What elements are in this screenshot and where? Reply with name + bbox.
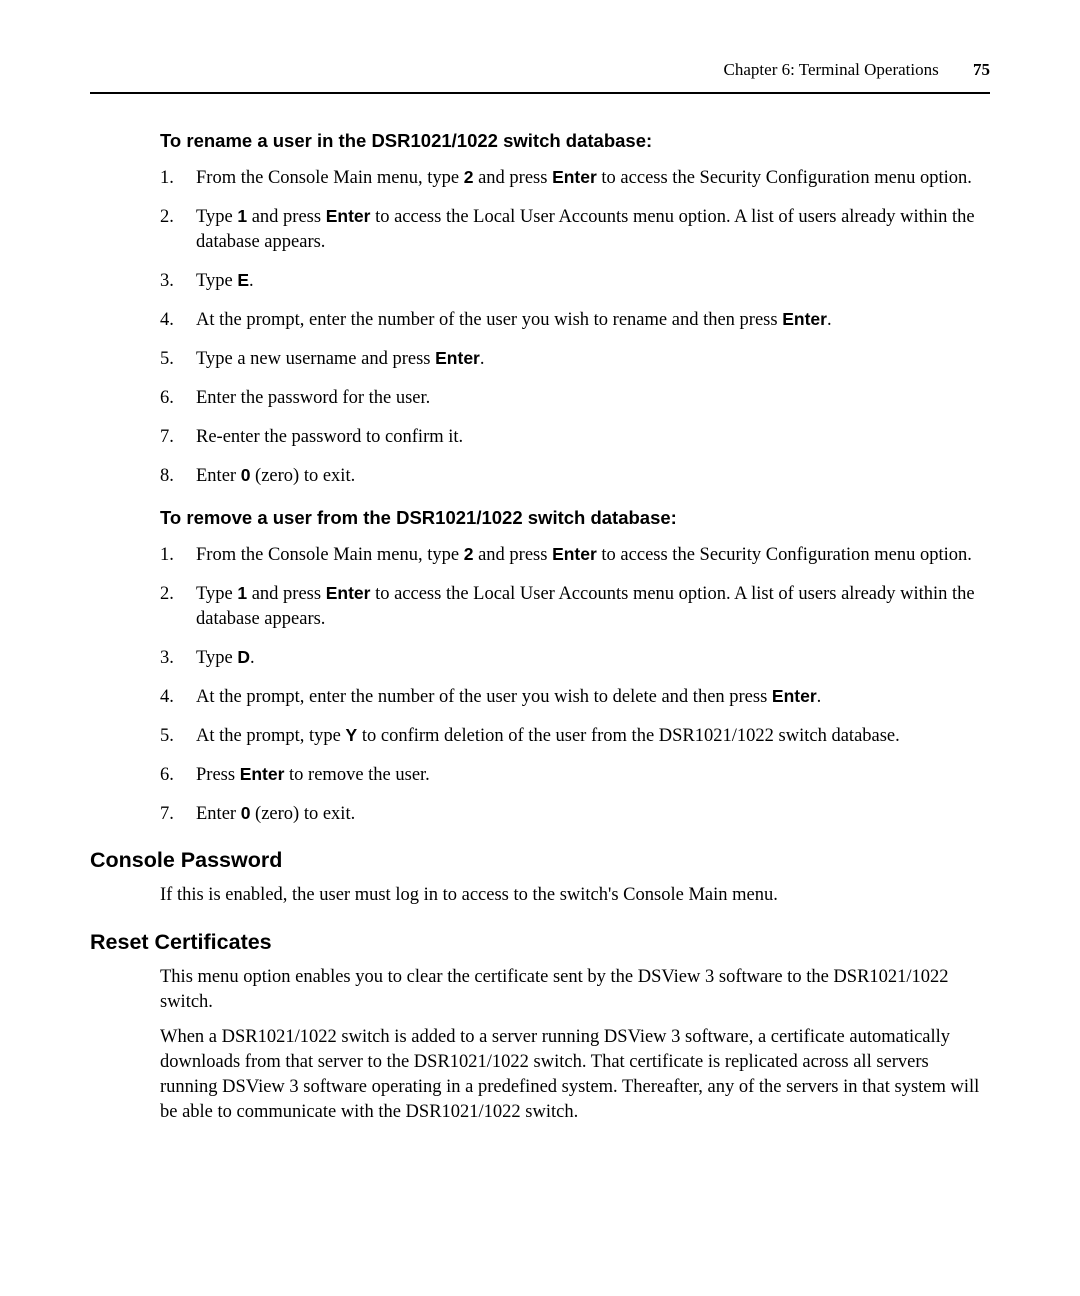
console-password-para: If this is enabled, the user must log in… bbox=[160, 883, 990, 908]
list-item: At the prompt, enter the number of the u… bbox=[160, 308, 990, 333]
remove-user-title: To remove a user from the DSR1021/1022 s… bbox=[160, 507, 990, 529]
rename-user-steps: From the Console Main menu, type 2 and p… bbox=[160, 166, 990, 489]
key-enter: Enter bbox=[552, 544, 597, 564]
page: Chapter 6: Terminal Operations 75 To ren… bbox=[0, 0, 1080, 1195]
reset-certificates-para2: When a DSR1021/1022 switch is added to a… bbox=[160, 1025, 990, 1125]
list-item: Type E. bbox=[160, 269, 990, 294]
remove-user-steps: From the Console Main menu, type 2 and p… bbox=[160, 543, 990, 827]
key-enter: Enter bbox=[552, 167, 597, 187]
list-item: From the Console Main menu, type 2 and p… bbox=[160, 166, 990, 191]
page-number: 75 bbox=[973, 60, 990, 79]
list-item: From the Console Main menu, type 2 and p… bbox=[160, 543, 990, 568]
list-item: Type D. bbox=[160, 646, 990, 671]
key-0: 0 bbox=[241, 803, 251, 823]
chapter-label: Chapter 6: Terminal Operations bbox=[724, 60, 939, 79]
key-1: 1 bbox=[237, 583, 247, 603]
rename-user-title: To rename a user in the DSR1021/1022 swi… bbox=[160, 130, 990, 152]
list-item: Type a new username and press Enter. bbox=[160, 347, 990, 372]
reset-certificates-heading: Reset Certificates bbox=[90, 930, 990, 955]
page-content: To rename a user in the DSR1021/1022 swi… bbox=[90, 130, 990, 1125]
list-item: Press Enter to remove the user. bbox=[160, 763, 990, 788]
list-item: Type 1 and press Enter to access the Loc… bbox=[160, 205, 990, 255]
list-item: Enter the password for the user. bbox=[160, 386, 990, 411]
list-item: Enter 0 (zero) to exit. bbox=[160, 464, 990, 489]
key-enter: Enter bbox=[326, 583, 371, 603]
key-1: 1 bbox=[237, 206, 247, 226]
key-enter: Enter bbox=[772, 686, 817, 706]
key-enter: Enter bbox=[782, 309, 827, 329]
key-2: 2 bbox=[464, 167, 474, 187]
key-0: 0 bbox=[241, 465, 251, 485]
key-2: 2 bbox=[464, 544, 474, 564]
list-item: At the prompt, type Y to confirm deletio… bbox=[160, 724, 990, 749]
page-header: Chapter 6: Terminal Operations 75 bbox=[90, 60, 990, 94]
key-enter: Enter bbox=[326, 206, 371, 226]
reset-certificates-para1: This menu option enables you to clear th… bbox=[160, 965, 990, 1015]
key-d: D bbox=[237, 647, 250, 667]
list-item: At the prompt, enter the number of the u… bbox=[160, 685, 990, 710]
list-item: Enter 0 (zero) to exit. bbox=[160, 802, 990, 827]
key-y: Y bbox=[346, 725, 358, 745]
list-item: Type 1 and press Enter to access the Loc… bbox=[160, 582, 990, 632]
console-password-heading: Console Password bbox=[90, 848, 990, 873]
list-item: Re-enter the password to confirm it. bbox=[160, 425, 990, 450]
key-e: E bbox=[237, 270, 249, 290]
key-enter: Enter bbox=[435, 348, 480, 368]
key-enter: Enter bbox=[240, 764, 285, 784]
